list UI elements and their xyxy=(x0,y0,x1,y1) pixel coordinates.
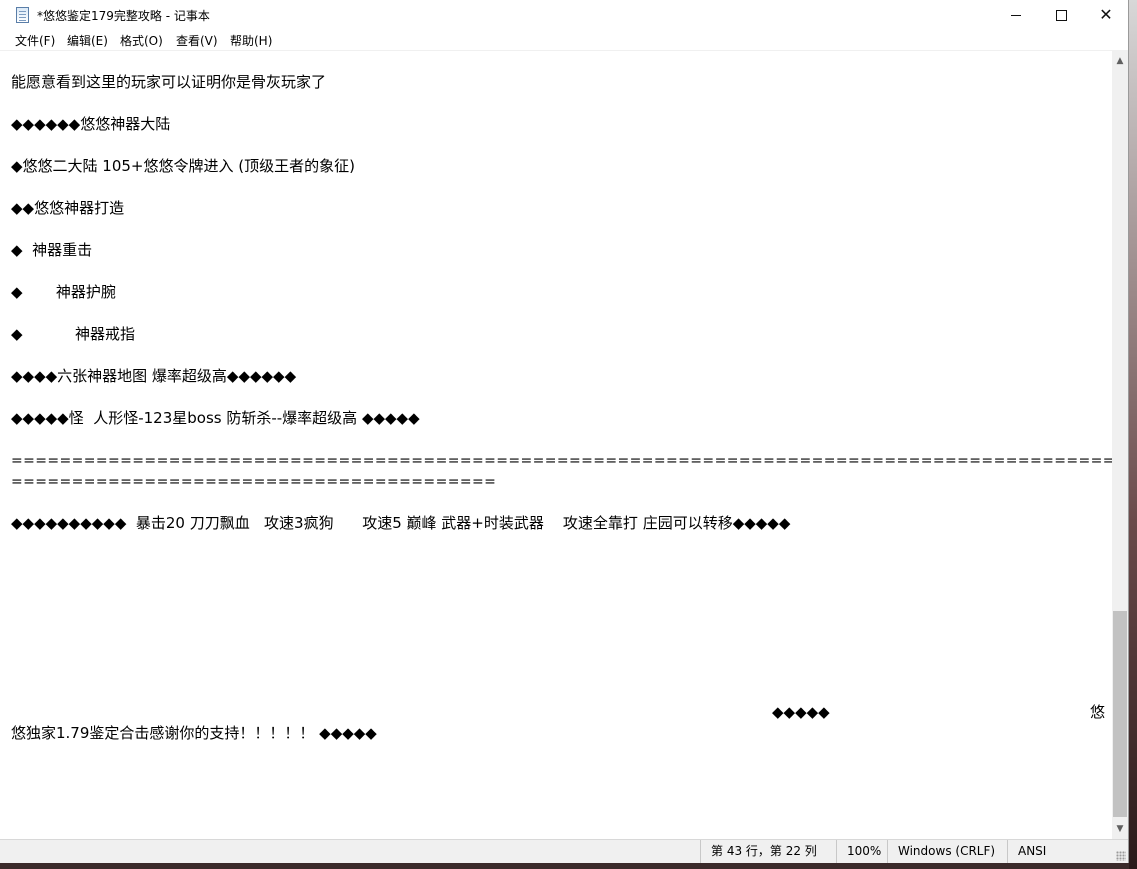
text-line: ◆ 神器戒指 xyxy=(11,325,135,343)
scroll-up-icon[interactable]: ▲ xyxy=(1112,53,1128,69)
minimize-button[interactable] xyxy=(993,0,1039,30)
text-line: ◆悠悠二大陆 105+悠悠令牌进入 (顶级王者的象征) xyxy=(11,157,355,175)
text-editor[interactable]: 能愿意看到这里的玩家可以证明你是骨灰玩家了 ◆◆◆◆◆◆悠悠神器大陆 ◆悠悠二大… xyxy=(0,51,1112,839)
notepad-window: *悠悠鉴定179完整攻略 - 记事本 ✕ 文件(F) 编辑(E) 格式(O) 查… xyxy=(0,0,1129,863)
window-title: *悠悠鉴定179完整攻略 - 记事本 xyxy=(37,9,210,23)
maximize-icon xyxy=(1055,9,1067,21)
text-line: ◆◆◆◆◆◆悠悠神器大陆 xyxy=(11,115,171,133)
text-line: 悠 xyxy=(1090,703,1106,721)
desktop-background xyxy=(1129,0,1137,869)
text-line: 能愿意看到这里的玩家可以证明你是骨灰玩家了 xyxy=(11,73,327,91)
scrollbar-thumb[interactable] xyxy=(1113,611,1127,817)
text-line: ◆◆◆◆六张神器地图 爆率超级高◆◆◆◆◆◆ xyxy=(11,367,297,385)
text-line: ======================================== xyxy=(11,474,497,490)
status-bar: 第 43 行，第 22 列 100% Windows (CRLF) ANSI xyxy=(0,839,1128,863)
text-line: ◆ 神器重击 xyxy=(11,241,93,259)
menu-help[interactable]: 帮助(H) xyxy=(230,32,272,49)
text-line: 悠独家1.79鉴定合击感谢你的支持！！！！！ ◆◆◆◆◆ xyxy=(11,724,377,742)
line-ending: Windows (CRLF) xyxy=(887,840,1007,863)
text-line: ◆◆◆◆◆ xyxy=(772,703,830,721)
vertical-scrollbar[interactable]: ▲ ▼ xyxy=(1112,51,1128,839)
menu-file[interactable]: 文件(F) xyxy=(15,32,55,49)
menu-view[interactable]: 查看(V) xyxy=(176,32,218,49)
zoom-level: 100% xyxy=(836,840,887,863)
resize-grip-icon[interactable] xyxy=(1116,851,1126,861)
menu-edit[interactable]: 编辑(E) xyxy=(67,32,108,49)
notepad-icon[interactable] xyxy=(16,7,29,23)
minimize-icon xyxy=(1011,14,1021,16)
text-line: ========================================… xyxy=(11,453,1112,469)
menu-bar: 文件(F) 编辑(E) 格式(O) 查看(V) 帮助(H) xyxy=(0,30,1128,51)
close-icon: ✕ xyxy=(1099,5,1113,24)
text-line: ◆ 神器护腕 xyxy=(11,283,116,301)
text-line: ◆◆悠悠神器打造 xyxy=(11,199,125,217)
menu-format[interactable]: 格式(O) xyxy=(120,32,163,49)
maximize-button[interactable] xyxy=(1038,0,1084,30)
text-line: ◆◆◆◆◆◆◆◆◆◆ 暴击20 刀刀飘血 攻速3疯狗 攻速5 巅峰 武器+时装武… xyxy=(11,514,791,532)
cursor-position: 第 43 行，第 22 列 xyxy=(700,840,836,863)
scroll-down-icon[interactable]: ▼ xyxy=(1112,821,1128,837)
text-line: ◆◆◆◆◆怪 人形怪-123星boss 防斩杀--爆率超级高 ◆◆◆◆◆ xyxy=(11,409,420,427)
encoding: ANSI xyxy=(1007,840,1115,863)
close-button[interactable]: ✕ xyxy=(1083,0,1129,30)
title-bar[interactable]: *悠悠鉴定179完整攻略 - 记事本 ✕ xyxy=(0,0,1128,30)
